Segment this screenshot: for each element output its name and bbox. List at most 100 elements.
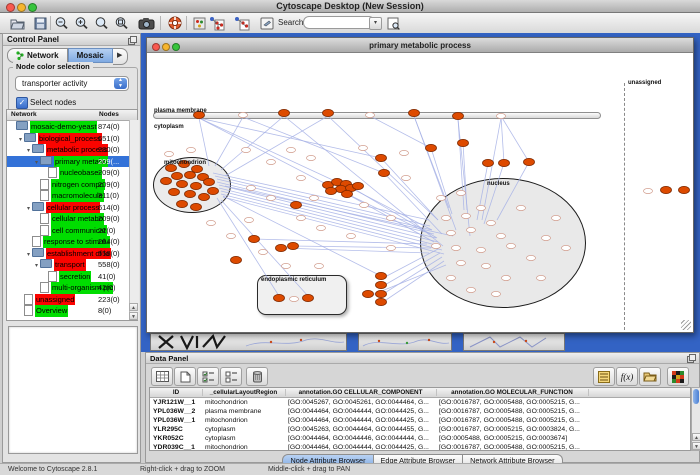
column-header[interactable]: ID bbox=[150, 389, 203, 396]
tree-row-nucleobase-[interactable]: nucleobase-209(0) bbox=[7, 167, 137, 179]
gene-node-small[interactable] bbox=[360, 202, 369, 207]
tree-row-macromolecule[interactable]: macromolecule311(0) bbox=[7, 190, 137, 202]
gene-node-small[interactable] bbox=[247, 185, 256, 190]
gene-node[interactable] bbox=[326, 187, 337, 194]
node-color-attribute-select[interactable]: transporter activity ▲▼ bbox=[15, 76, 129, 91]
tree-row-secretion[interactable]: secretion41(0) bbox=[7, 271, 137, 283]
gene-node[interactable] bbox=[376, 154, 387, 161]
gene-node-small[interactable] bbox=[165, 151, 174, 156]
gene-node[interactable] bbox=[363, 290, 374, 297]
gene-node-small[interactable] bbox=[442, 215, 451, 220]
scroll-up-icon[interactable]: ▲ bbox=[692, 433, 700, 441]
gene-node[interactable] bbox=[172, 172, 183, 179]
network-canvas[interactable]: plasma membrane cytoplasm mitochondrion … bbox=[147, 53, 693, 332]
function-builder-icon[interactable]: f(x) bbox=[616, 367, 638, 386]
gene-node-small[interactable] bbox=[267, 159, 276, 164]
gene-node[interactable] bbox=[376, 298, 387, 305]
table-scrollbar[interactable]: ▲ ▼ bbox=[691, 387, 700, 451]
gene-node-small[interactable] bbox=[267, 195, 276, 200]
zoom-in-icon[interactable] bbox=[73, 15, 90, 31]
gene-node[interactable] bbox=[276, 244, 287, 251]
gene-node-small[interactable] bbox=[402, 175, 411, 180]
gene-node[interactable] bbox=[161, 177, 172, 184]
attribute-grid-icon[interactable] bbox=[151, 367, 173, 386]
gene-node-small[interactable] bbox=[227, 233, 236, 238]
column-header[interactable]: annotation.GO CELLULAR_COMPONENT bbox=[285, 389, 437, 396]
gene-node-small[interactable] bbox=[437, 195, 446, 200]
import-attributes-icon[interactable] bbox=[639, 367, 661, 386]
birdseye-view[interactable] bbox=[8, 326, 138, 454]
select-attributes-icon[interactable] bbox=[197, 367, 219, 386]
tree-row-unassigned[interactable]: unassigned223(0) bbox=[7, 294, 137, 306]
gene-node-small[interactable] bbox=[457, 190, 466, 195]
minimize-frame-button[interactable] bbox=[162, 43, 170, 51]
gene-node-small[interactable] bbox=[290, 296, 299, 301]
column-header[interactable]: _cellularLayoutRegion bbox=[202, 389, 286, 396]
tree-row-transport[interactable]: ▾transport558(0) bbox=[7, 259, 137, 271]
background-window[interactable] bbox=[358, 333, 452, 351]
annotation-icon[interactable] bbox=[258, 15, 275, 31]
tree-row-cellular-metabo[interactable]: cellular metabo209(0) bbox=[7, 213, 137, 225]
gene-node-small[interactable] bbox=[310, 195, 319, 200]
gene-node-small[interactable] bbox=[245, 217, 254, 222]
scroll-up-icon[interactable]: ▲ bbox=[129, 303, 138, 311]
gene-node-small[interactable] bbox=[432, 243, 441, 248]
table-row[interactable]: YPL036W__2plasma membrane[GO:0044464, GO… bbox=[150, 407, 690, 416]
gene-node[interactable] bbox=[342, 190, 353, 197]
gene-node[interactable] bbox=[204, 178, 215, 185]
tree-row-establishment-of-lo[interactable]: ▾establishment of lo558(0) bbox=[7, 248, 137, 260]
tree-row-cellular-process[interactable]: ▾cellular process614(0) bbox=[7, 202, 137, 214]
heatmap-icon[interactable] bbox=[667, 367, 689, 386]
column-header[interactable]: annotation.GO MOLECULAR_FUNCTION bbox=[436, 389, 589, 396]
zoom-frame-button[interactable] bbox=[172, 43, 180, 51]
zoom-selected-icon[interactable] bbox=[113, 15, 130, 31]
export-network-icon[interactable] bbox=[233, 15, 250, 31]
gene-node[interactable] bbox=[208, 187, 219, 194]
gene-node[interactable] bbox=[199, 193, 210, 200]
gene-node-small[interactable] bbox=[452, 245, 461, 250]
search-options-dropdown[interactable]: ▾ bbox=[369, 17, 382, 30]
minimize-window-button[interactable] bbox=[17, 3, 26, 12]
gene-node-small[interactable] bbox=[477, 205, 486, 210]
network-window[interactable]: primary metabolic process plasma membran… bbox=[146, 37, 694, 333]
gene-node-small[interactable] bbox=[497, 113, 506, 118]
cytopanel-icon[interactable] bbox=[191, 15, 208, 31]
gene-node-small[interactable] bbox=[287, 147, 296, 152]
gene-node-small[interactable] bbox=[387, 215, 396, 220]
gene-node-small[interactable] bbox=[537, 275, 546, 280]
tree-row-mosaic-demo-yeast[interactable]: mosaic-demo-yeast874(0) bbox=[7, 121, 137, 133]
gene-node[interactable] bbox=[376, 272, 387, 279]
attribute-list-icon[interactable] bbox=[593, 367, 615, 386]
gene-node-small[interactable] bbox=[400, 150, 409, 155]
open-file-icon[interactable] bbox=[9, 15, 26, 31]
network-window-titlebar[interactable]: primary metabolic process bbox=[147, 38, 693, 53]
gene-node[interactable] bbox=[409, 109, 420, 116]
gene-node-small[interactable] bbox=[387, 245, 396, 250]
table-row[interactable]: YKR052Ccytoplasm[GO:0044464, GO:0044446,… bbox=[150, 434, 690, 443]
gene-node-small[interactable] bbox=[187, 147, 196, 152]
gene-node-small[interactable] bbox=[477, 247, 486, 252]
gene-node-small[interactable] bbox=[497, 233, 506, 238]
save-session-icon[interactable] bbox=[32, 15, 49, 31]
gene-node[interactable] bbox=[185, 190, 196, 197]
gene-node[interactable] bbox=[274, 294, 285, 301]
gene-node-small[interactable] bbox=[347, 233, 356, 238]
gene-node-small[interactable] bbox=[542, 235, 551, 240]
tree-row-nitrogen-compo[interactable]: nitrogen compo209(0) bbox=[7, 179, 137, 191]
gene-node[interactable] bbox=[379, 169, 390, 176]
gene-node-small[interactable] bbox=[447, 230, 456, 235]
tree-row-primary-metabo[interactable]: ▾primary metabo209(... bbox=[7, 156, 137, 168]
gene-node[interactable] bbox=[376, 281, 387, 288]
gene-node-small[interactable] bbox=[467, 287, 476, 292]
gene-node[interactable] bbox=[453, 112, 464, 119]
help-lifesaver-icon[interactable] bbox=[166, 15, 183, 31]
gene-node[interactable] bbox=[291, 201, 302, 208]
gene-node-small[interactable] bbox=[242, 147, 251, 152]
gene-node-small[interactable] bbox=[457, 260, 466, 265]
gene-node[interactable] bbox=[524, 158, 535, 165]
tree-scrollbar[interactable]: ▲ ▼ bbox=[129, 120, 139, 320]
gene-node-small[interactable] bbox=[207, 220, 216, 225]
delete-attribute-icon[interactable] bbox=[246, 367, 268, 386]
gene-node-small[interactable] bbox=[527, 255, 536, 260]
gene-node-small[interactable] bbox=[644, 188, 653, 193]
